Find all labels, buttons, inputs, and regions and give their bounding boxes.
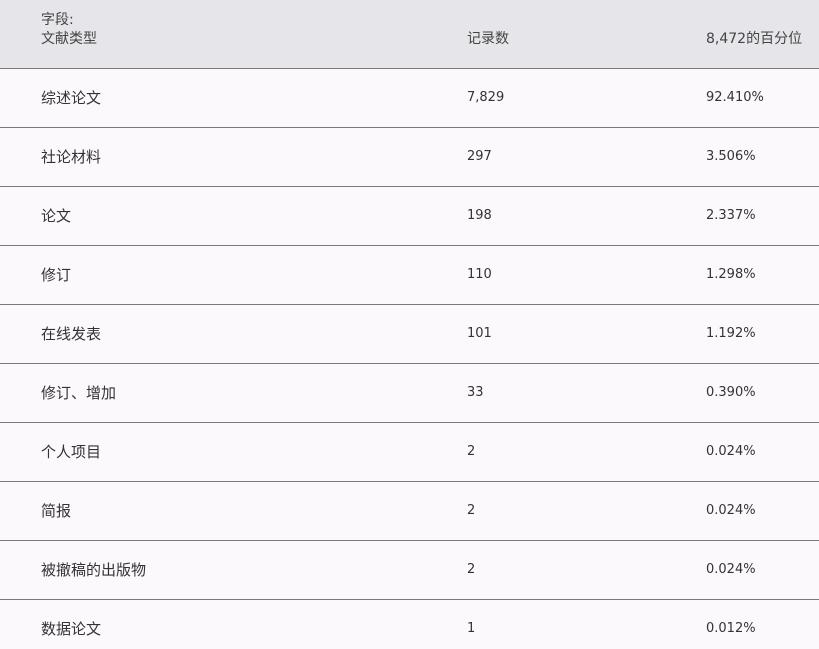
cell-record-count: 101 [467, 326, 492, 341]
cell-record-count: 7,829 [467, 90, 505, 105]
cell-document-type: 修订 [41, 266, 72, 284]
table-row[interactable]: 简报 2 0.024% [0, 482, 819, 541]
cell-record-count: 33 [467, 385, 484, 400]
cell-percentage: 1.192% [706, 326, 756, 341]
cell-document-type: 在线发表 [41, 325, 102, 343]
cell-percentage: 3.506% [706, 149, 756, 164]
cell-document-type: 个人项目 [41, 443, 102, 461]
cell-record-count: 2 [467, 562, 476, 577]
cell-percentage: 92.410% [706, 90, 764, 105]
results-table: 字段: 文献类型 记录数 8,472的百分位 综述论文 7,829 92.410… [0, 0, 819, 649]
cell-percentage: 0.024% [706, 503, 756, 518]
table-row[interactable]: 被撤稿的出版物 2 0.024% [0, 541, 819, 600]
column-header-percentage[interactable]: 8,472的百分位 [706, 29, 802, 49]
cell-percentage: 0.024% [706, 444, 756, 459]
cell-document-type: 被撤稿的出版物 [41, 561, 147, 579]
table-body: 综述论文 7,829 92.410% 社论材料 297 3.506% 论文 19… [0, 69, 819, 649]
cell-percentage: 0.024% [706, 562, 756, 577]
table-row[interactable]: 数据论文 1 0.012% [0, 600, 819, 649]
column-header-document-type[interactable]: 文献类型 [41, 29, 97, 49]
table-row[interactable]: 综述论文 7,829 92.410% [0, 69, 819, 128]
cell-percentage: 2.337% [706, 208, 756, 223]
table-row[interactable]: 社论材料 297 3.506% [0, 128, 819, 187]
cell-record-count: 110 [467, 267, 492, 282]
cell-record-count: 2 [467, 444, 476, 459]
cell-record-count: 297 [467, 149, 492, 164]
cell-document-type: 简报 [41, 502, 72, 520]
cell-document-type: 数据论文 [41, 620, 102, 638]
table-row[interactable]: 修订、增加 33 0.390% [0, 364, 819, 423]
table-row[interactable]: 在线发表 101 1.192% [0, 305, 819, 364]
cell-document-type: 社论材料 [41, 148, 102, 166]
table-row[interactable]: 论文 198 2.337% [0, 187, 819, 246]
cell-percentage: 0.012% [706, 621, 756, 636]
cell-document-type: 修订、增加 [41, 384, 117, 402]
table-header: 字段: 文献类型 记录数 8,472的百分位 [0, 0, 819, 69]
cell-record-count: 198 [467, 208, 492, 223]
table-row[interactable]: 修订 110 1.298% [0, 246, 819, 305]
cell-percentage: 0.390% [706, 385, 756, 400]
cell-document-type: 综述论文 [41, 89, 102, 107]
cell-percentage: 1.298% [706, 267, 756, 282]
cell-document-type: 论文 [41, 207, 72, 225]
cell-record-count: 2 [467, 503, 476, 518]
cell-record-count: 1 [467, 621, 476, 636]
table-row[interactable]: 个人项目 2 0.024% [0, 423, 819, 482]
column-header-record-count[interactable]: 记录数 [467, 29, 509, 49]
field-label: 字段: [41, 12, 74, 28]
